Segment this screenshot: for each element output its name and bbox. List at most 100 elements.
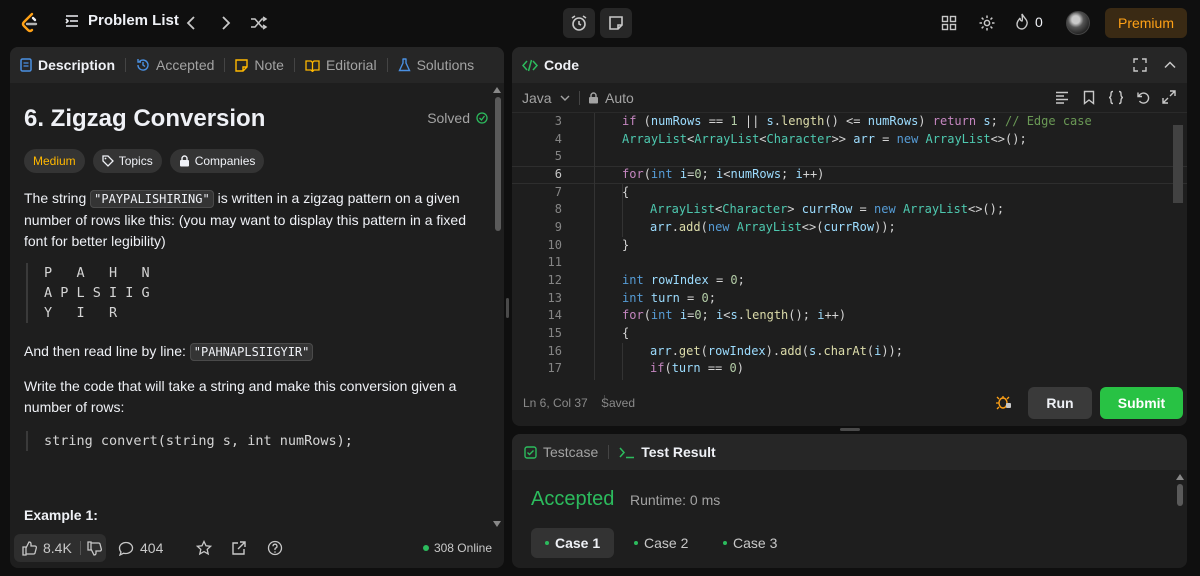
share-button[interactable] — [231, 540, 247, 556]
code-line: ArrayList<ArrayList<Character>> arr = ne… — [622, 132, 1027, 146]
scroll-up-arrow[interactable] — [493, 87, 501, 93]
tab-description[interactable]: Description — [10, 47, 125, 83]
line-number: 13 — [547, 291, 562, 305]
online-counter: 308 Online — [422, 541, 492, 555]
random-problem-button[interactable] — [249, 13, 269, 33]
pass-dot — [545, 541, 549, 545]
bug-icon — [996, 396, 1011, 410]
submit-button[interactable]: Submit — [1100, 387, 1183, 419]
companies-label: Companies — [194, 154, 256, 168]
case-label: Case 1 — [555, 535, 601, 551]
bookmark-icon — [1083, 90, 1095, 105]
test-tabs: Testcase Test Result — [512, 434, 1187, 470]
tab-description-label: Description — [38, 57, 116, 73]
horizontal-resize-handle[interactable] — [506, 298, 509, 318]
line-number: 7 — [554, 185, 562, 199]
problem-list-link[interactable]: Problem List — [64, 12, 179, 29]
reset-button[interactable] — [1136, 90, 1151, 108]
line-number: 16 — [547, 344, 562, 358]
result-status: Accepted — [531, 488, 615, 510]
language-label: Java — [522, 89, 552, 106]
favorite-button[interactable] — [196, 540, 212, 556]
runtime-text: Runtime: 0 ms — [630, 492, 721, 508]
tab-note[interactable]: Note — [225, 47, 294, 83]
pass-dot — [723, 541, 727, 545]
history-icon — [137, 59, 149, 71]
scroll-up-arrow[interactable] — [1176, 474, 1184, 480]
case-tab-1[interactable]: Case 1 — [531, 528, 615, 558]
tab-test-result-label: Test Result — [641, 444, 716, 460]
debug-button[interactable] — [996, 393, 1012, 414]
solved-indicator: Solved — [427, 110, 488, 126]
collapse-button[interactable] — [1163, 58, 1177, 75]
code-line: for(int i=0; i<numRows; i++) — [622, 167, 825, 181]
problem-title: 6. Zigzag Conversion — [24, 105, 266, 132]
description-paragraph-3: Write the code that will take a string a… — [24, 378, 457, 415]
tab-solutions[interactable]: Solutions — [388, 47, 485, 83]
code-editor[interactable]: 3 4 5 6 7 8 9 10 11 12 13 14 15 16 17 if… — [512, 113, 1187, 380]
code-panel: Code Java Auto 3 4 5 6 7 8 9 10 11 12 13… — [512, 47, 1187, 426]
auto-label: Auto — [605, 89, 634, 106]
lock-icon — [589, 91, 598, 103]
braces-button[interactable] — [1108, 90, 1124, 108]
editor-status-bar: Ln 6, Col 37 Saved Run Submit — [512, 380, 1187, 426]
curly-braces-icon — [1108, 90, 1124, 105]
shuffle-icon — [251, 16, 268, 30]
line-number: 15 — [547, 326, 562, 340]
user-avatar[interactable] — [1066, 11, 1090, 35]
thumbs-down-icon[interactable] — [87, 540, 102, 556]
code-line: for(int i=0; i<s.length(); i++) — [622, 308, 847, 322]
case-tab-3[interactable]: Case 3 — [709, 528, 791, 558]
description-panel: Description Accepted Note Editorial Solu… — [10, 47, 504, 568]
layout-button[interactable] — [938, 12, 960, 34]
format-button[interactable] — [1055, 91, 1069, 107]
next-problem-button[interactable] — [216, 13, 236, 33]
tab-accepted[interactable]: Accepted — [126, 47, 224, 83]
editor-scrollbar[interactable] — [1173, 125, 1183, 203]
online-dot — [422, 545, 429, 551]
result-scrollbar[interactable] — [1177, 484, 1183, 506]
comments-button[interactable]: 404 — [118, 540, 163, 556]
tab-editorial[interactable]: Editorial — [295, 47, 387, 83]
description-scrollbar[interactable] — [495, 97, 501, 231]
language-select[interactable]: Java — [522, 90, 570, 106]
tab-testcase[interactable]: Testcase — [512, 434, 608, 470]
chevron-left-icon — [186, 16, 195, 30]
premium-button[interactable]: Premium — [1105, 8, 1187, 38]
lock-icon — [179, 155, 189, 167]
code-line: int turn = 0; — [622, 291, 716, 305]
settings-button[interactable] — [976, 12, 998, 34]
line-number: 3 — [554, 114, 562, 128]
line-number: 17 — [547, 361, 562, 375]
fullscreen-button[interactable] — [1162, 90, 1176, 107]
help-circle-icon — [267, 540, 283, 556]
comment-icon — [118, 541, 134, 556]
streak-counter[interactable]: 0 — [1015, 13, 1043, 30]
notes-button[interactable] — [600, 8, 632, 38]
chevron-right-icon — [222, 16, 231, 30]
streak-count: 0 — [1035, 13, 1043, 30]
timer-button[interactable] — [563, 8, 595, 38]
comment-count: 404 — [140, 540, 164, 556]
companies-button[interactable]: Companies — [169, 149, 265, 173]
line-number: 11 — [547, 255, 562, 269]
prev-problem-button[interactable] — [181, 13, 201, 33]
inline-code: "PAHNAPLSIIGYIR" — [189, 343, 314, 361]
case-tab-2[interactable]: Case 2 — [620, 528, 702, 558]
tab-test-result[interactable]: Test Result — [609, 434, 725, 470]
checkbox-icon — [524, 445, 537, 459]
thumbs-up-icon[interactable] — [22, 540, 37, 556]
sticky-note-icon — [609, 16, 623, 30]
run-button[interactable]: Run — [1028, 387, 1092, 419]
maximize-button[interactable] — [1133, 58, 1147, 75]
terminal-icon — [619, 447, 635, 458]
topics-button[interactable]: Topics — [92, 149, 162, 173]
line-number: 8 — [554, 202, 562, 216]
bookmark-button[interactable] — [1083, 90, 1095, 108]
feedback-button[interactable] — [267, 540, 283, 556]
leetcode-logo-icon[interactable] — [18, 11, 42, 35]
vertical-resize-handle[interactable] — [840, 428, 860, 431]
scroll-down-arrow[interactable] — [493, 521, 501, 527]
tab-code[interactable]: Code — [512, 47, 589, 83]
autocomplete-toggle[interactable]: Auto — [588, 90, 634, 106]
